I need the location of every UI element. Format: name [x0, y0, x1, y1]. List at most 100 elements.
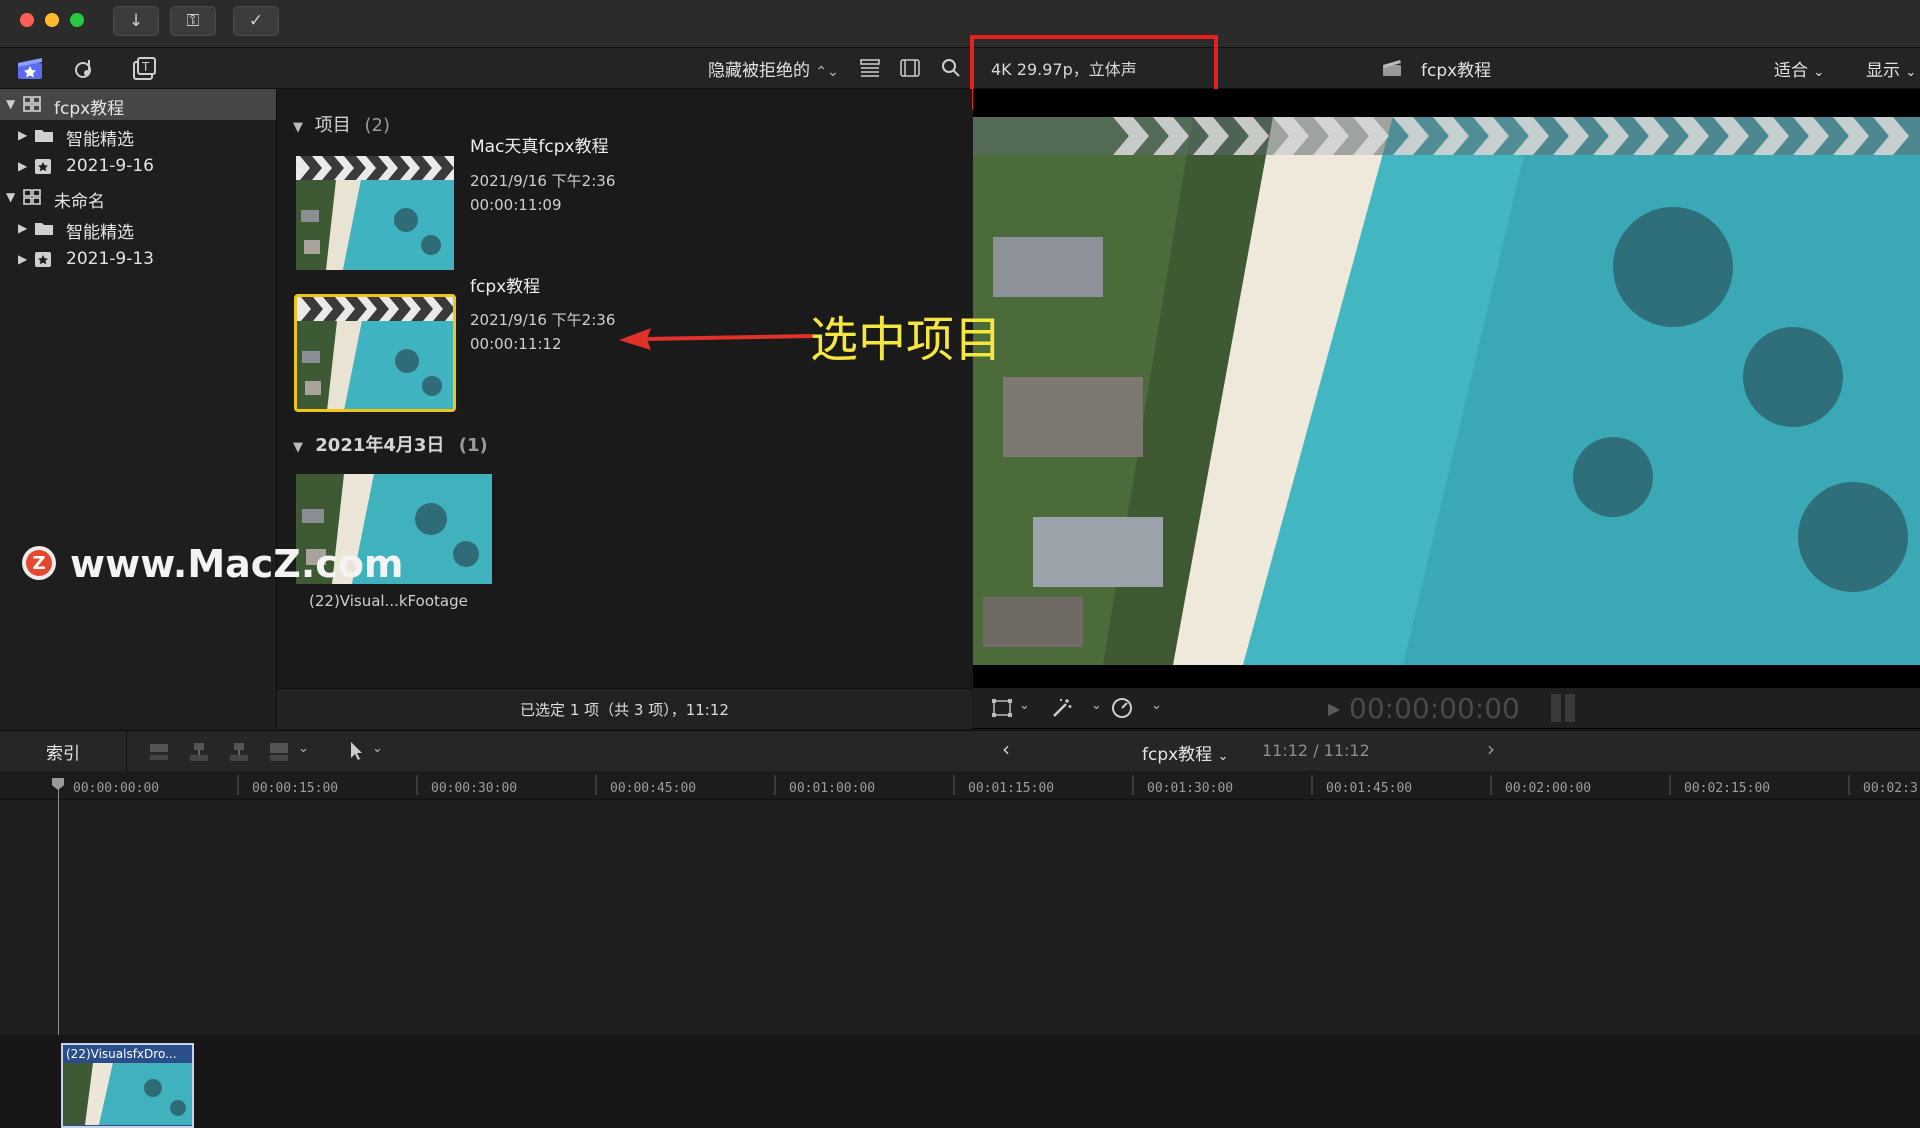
section-count: (2): [364, 115, 390, 136]
list-view-icon: [860, 59, 880, 77]
project-date: 2021/9/16 下午2:36: [470, 172, 616, 190]
browser-panel: ▼ 项目 (2) Mac天真fcpx教程 2021/9/16 下午2:36 00…: [277, 89, 972, 729]
disclosure-open-icon[interactable]: ▼: [293, 440, 303, 455]
timeline-clip[interactable]: (22)VisualsfxDro...: [61, 1043, 194, 1128]
chevron-down-icon[interactable]: ⌄: [1151, 698, 1162, 713]
audio-meter-left: [1551, 694, 1561, 722]
search-button[interactable]: [937, 54, 965, 82]
search-icon: [942, 59, 960, 77]
minimize-window-button[interactable]: [45, 13, 59, 27]
display-label: 显示: [1866, 61, 1900, 81]
project-preview-image: [296, 180, 454, 270]
folder-icon: [35, 130, 53, 142]
sidebar-item-label: 智能精选: [66, 223, 134, 243]
browser-status-bar: 已选定 1 项（共 3 项），11:12: [277, 688, 972, 729]
library-grid-icon: [23, 189, 41, 205]
z-logo-icon: Z: [26, 550, 52, 576]
enhance-button[interactable]: [1051, 697, 1073, 723]
append-icon: [230, 743, 248, 761]
section-header-projects[interactable]: ▼ 项目 (2): [293, 111, 390, 137]
chevron-down-icon[interactable]: ⌄: [372, 741, 383, 756]
section-title: 项目: [314, 115, 351, 136]
clapper-star-icon: [18, 58, 42, 79]
event-star-icon: [35, 159, 51, 174]
project-thumbnail[interactable]: [296, 156, 454, 270]
overwrite-clip-button[interactable]: [268, 741, 290, 767]
audio-meter-right: [1565, 694, 1575, 722]
index-button[interactable]: 索引: [0, 731, 127, 771]
chevron-down-icon: ⌄: [1217, 749, 1229, 764]
sidebar-item-event[interactable]: ▶ 2021-9-16: [0, 151, 276, 182]
project-name-label: fcpx教程: [1142, 745, 1213, 765]
libraries-button[interactable]: [16, 54, 44, 82]
zoom-label: 适合: [1774, 61, 1808, 81]
close-window-button[interactable]: [20, 13, 34, 27]
section-count: (1): [458, 435, 488, 456]
svg-text:T: T: [141, 60, 150, 74]
display-popup[interactable]: 显示 ⌄: [1866, 56, 1916, 81]
watermark-text: www.MacZ.com: [70, 542, 404, 586]
sidebar-item-library[interactable]: ▼ 未命名: [0, 182, 276, 213]
overwrite-icon: [270, 743, 288, 761]
sidebar-item-smart-collection[interactable]: ▶ 智能精选: [0, 120, 276, 151]
zoom-window-button[interactable]: [70, 13, 84, 27]
import-button[interactable]: ↓: [113, 6, 159, 36]
titles-generators-button[interactable]: T: [130, 54, 158, 82]
project-date: 2021/9/16 下午2:36: [470, 311, 616, 329]
back-arrow-icon[interactable]: ‹: [1002, 737, 1010, 761]
chevron-down-icon[interactable]: ⌄: [298, 741, 309, 756]
viewer-video-image: [973, 117, 1920, 665]
filter-label: 隐藏被拒绝的: [708, 61, 810, 81]
index-label: 索引: [46, 743, 80, 764]
disclosure-closed-icon[interactable]: ▶: [18, 252, 27, 266]
clip-label: (22)Visual...kFootage: [309, 592, 468, 610]
sidebar-item-event[interactable]: ▶ 2021-9-13: [0, 244, 276, 275]
project-thumbnail-selected[interactable]: [294, 294, 456, 412]
insert-clip-button[interactable]: [188, 741, 210, 767]
check-icon: ✓: [248, 11, 264, 31]
clapper-stripes: [296, 156, 454, 180]
section-title: 2021年4月3日: [315, 435, 445, 456]
project-duration: 00:00:11:12: [470, 335, 562, 353]
viewer-clapper-overlay: [1113, 117, 1909, 155]
clip-appearance-button[interactable]: [856, 54, 884, 82]
transform-button[interactable]: [991, 698, 1013, 722]
background-tasks-button[interactable]: ✓: [233, 6, 279, 36]
play-icon[interactable]: ▶: [1328, 699, 1340, 718]
primary-storyline: [0, 1035, 1920, 1128]
selection-status: 已选定 1 项（共 3 项），11:12: [520, 700, 729, 719]
keywords-button[interactable]: ⚿: [170, 6, 216, 36]
sidebar-item-library[interactable]: ▼ fcpx教程: [0, 89, 276, 120]
section-header-event-date[interactable]: ▼ 2021年4月3日 (1): [293, 431, 488, 457]
sidebar-item-label: 未命名: [54, 192, 105, 212]
filmstrip-view-button[interactable]: [896, 54, 924, 82]
sidebar-item-smart-collection[interactable]: ▶ 智能精选: [0, 213, 276, 244]
toolbar: T 隐藏被拒绝的 ⌃⌄ 4K 29.97p，立体声 fcpx教程 适合 ⌄ 显示…: [0, 48, 1920, 89]
timeline-project-name[interactable]: fcpx教程 ⌄: [1142, 740, 1229, 765]
viewer-controls: ⌄ ⌄ ⌄ ▶ 00:00:00:00: [973, 688, 1920, 728]
forward-arrow-icon[interactable]: ›: [1487, 737, 1495, 761]
disclosure-open-icon[interactable]: ▼: [6, 190, 15, 204]
disclosure-closed-icon[interactable]: ▶: [18, 159, 27, 173]
title-t-icon: T: [133, 57, 156, 80]
append-clip-button[interactable]: [228, 741, 250, 767]
photos-audio-button[interactable]: [72, 54, 100, 82]
chevron-down-icon[interactable]: ⌄: [1019, 698, 1030, 713]
disclosure-open-icon[interactable]: ▼: [293, 120, 303, 135]
timecode-display[interactable]: 00:00:00:00: [1349, 692, 1520, 725]
folder-icon: [35, 223, 53, 235]
project-title: Mac天真fcpx教程: [470, 137, 609, 157]
zoom-popup[interactable]: 适合 ⌄: [1774, 56, 1824, 81]
disclosure-closed-icon[interactable]: ▶: [18, 128, 27, 142]
viewer-panel: [973, 89, 1920, 729]
timeline-toolbar: 索引 ⌄ ⌄ ‹ fcpx教程 ⌄ 11:12 / 11:12 ›: [0, 730, 1920, 772]
retime-button[interactable]: [1111, 697, 1133, 723]
select-tool-button[interactable]: [348, 740, 366, 766]
filter-popup[interactable]: 隐藏被拒绝的 ⌃⌄: [708, 56, 839, 81]
connect-clip-button[interactable]: [148, 741, 170, 767]
disclosure-open-icon[interactable]: ▼: [6, 97, 15, 111]
disclosure-closed-icon[interactable]: ▶: [18, 221, 27, 235]
project-clapper-icon-wrap: [1378, 54, 1406, 82]
transform-icon: [992, 699, 1012, 717]
chevron-down-icon[interactable]: ⌄: [1091, 698, 1102, 713]
